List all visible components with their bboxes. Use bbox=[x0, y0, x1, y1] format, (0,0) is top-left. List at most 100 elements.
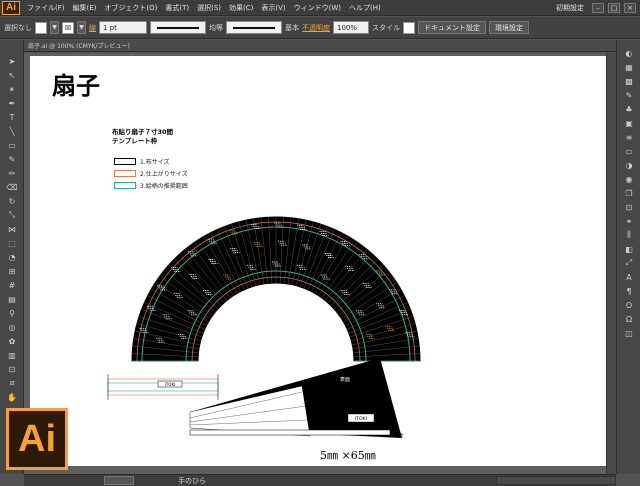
zoom-field[interactable] bbox=[104, 476, 134, 485]
brush-dropdown[interactable] bbox=[226, 21, 282, 34]
brush-preview bbox=[233, 26, 275, 29]
eraser-tool-icon[interactable]: ⌫ bbox=[0, 180, 24, 194]
selection-status: 選択なし bbox=[4, 23, 32, 32]
control-bar: 選択なし ▼ ☒ ▼ 線 1 pt 均等 基本 不透明度 100% スタイル ド… bbox=[0, 17, 640, 39]
closed-fan-brand: ITOKI bbox=[165, 382, 176, 387]
illustrator-logo: Ai bbox=[6, 408, 68, 470]
pathfinder-panel-icon[interactable]: ◧ bbox=[617, 242, 640, 256]
gradient-tool-icon[interactable]: ▤ bbox=[0, 292, 24, 306]
links-panel-icon[interactable]: ⚭ bbox=[617, 214, 640, 228]
symbols-panel-icon[interactable]: ♣ bbox=[617, 102, 640, 116]
eyedropper-tool-icon[interactable]: ⚲ bbox=[0, 306, 24, 320]
close-icon[interactable]: × bbox=[624, 3, 636, 13]
maximize-icon[interactable]: □ bbox=[608, 3, 620, 13]
perspective-tool-icon[interactable]: ⊞ bbox=[0, 264, 24, 278]
minimize-icon[interactable]: – bbox=[592, 3, 604, 13]
transparency-panel-icon[interactable]: ◑ bbox=[617, 158, 640, 172]
stroke-profile-preview bbox=[157, 26, 199, 29]
rectangle-tool-icon[interactable]: ▭ bbox=[0, 138, 24, 152]
menu-object[interactable]: オブジェクト(O) bbox=[100, 3, 161, 13]
magic-wand-tool-icon[interactable]: ✴ bbox=[0, 82, 24, 96]
stroke-swatch[interactable]: ☒ bbox=[62, 21, 74, 34]
menu-window[interactable]: ウィンドウ(W) bbox=[290, 3, 345, 13]
dimension-label: 5㎜ ×65㎜ bbox=[320, 449, 376, 462]
fan-template[interactable] bbox=[131, 216, 421, 362]
graph-tool-icon[interactable]: ▥ bbox=[0, 348, 24, 362]
fan-side-note: 裏面 bbox=[396, 432, 404, 437]
document-tab-bar: 扇子.ai @ 100% (CMYK/プレビュー) bbox=[24, 40, 616, 52]
line-tool-icon[interactable]: ╲ bbox=[0, 124, 24, 138]
align-panel-icon[interactable]: ⫼ bbox=[617, 228, 640, 242]
status-bar: 手のひら bbox=[24, 474, 616, 486]
closed-fan-diagram: ITOKI bbox=[107, 374, 219, 400]
opacity-field[interactable]: 100% bbox=[333, 21, 369, 34]
slice-tool-icon[interactable]: ⧄ bbox=[0, 376, 24, 390]
menu-bar: Ai ファイル(F) 編集(E) オブジェクト(O) 書式(T) 選択(S) 効… bbox=[0, 0, 640, 16]
panel-dock: ◐ ▦ ▩ ✎ ♣ ▣ ≡ ▭ ◑ ◉ ❐ ⊡ ⚭ ⫼ ◧ ⤢ A ¶ O Ω … bbox=[616, 40, 640, 474]
mesh-tool-icon[interactable]: # bbox=[0, 278, 24, 292]
scale-tool-icon[interactable]: ⤡ bbox=[0, 208, 24, 222]
artboard-tool-icon[interactable]: ⊡ bbox=[0, 362, 24, 376]
width-tool-icon[interactable]: ⋈ bbox=[0, 222, 24, 236]
menu-view[interactable]: 表示(V) bbox=[257, 3, 289, 13]
brushes-panel-icon[interactable]: ✎ bbox=[617, 88, 640, 102]
canvas-area[interactable]: 扇子 布貼り扇子７寸30間 テンプレート枠 1.布サイズ 2.仕上がりサイズ 3… bbox=[24, 53, 616, 474]
preferences-button[interactable]: 環境設定 bbox=[489, 21, 529, 34]
brush-name: 基本 bbox=[285, 23, 299, 32]
document-tab[interactable]: 扇子.ai @ 100% (CMYK/プレビュー) bbox=[28, 41, 130, 50]
menu-select[interactable]: 選択(S) bbox=[193, 3, 225, 13]
fan-side-brand: ITOKI bbox=[355, 416, 367, 422]
style-swatch[interactable] bbox=[403, 21, 415, 34]
stroke-label[interactable]: 線 bbox=[89, 23, 96, 33]
hand-tool-icon[interactable]: ✋ bbox=[0, 390, 24, 404]
artboards-panel-icon[interactable]: ⊡ bbox=[617, 200, 640, 214]
opacity-label[interactable]: 不透明度 bbox=[302, 23, 330, 33]
character-panel-icon[interactable]: A bbox=[617, 270, 640, 284]
pencil-tool-icon[interactable]: ✏ bbox=[0, 166, 24, 180]
menu-effect[interactable]: 効果(C) bbox=[225, 3, 257, 13]
style-label: スタイル bbox=[372, 23, 400, 32]
document-settings-button[interactable]: ドキュメント設定 bbox=[418, 21, 486, 34]
color-guide-icon[interactable]: ▦ bbox=[617, 60, 640, 74]
fan-side-handle bbox=[189, 429, 391, 436]
pen-tool-icon[interactable]: ✒ bbox=[0, 96, 24, 110]
rotate-tool-icon[interactable]: ↻ bbox=[0, 194, 24, 208]
appearance-panel-icon[interactable]: ◉ bbox=[617, 172, 640, 186]
menu-edit[interactable]: 編集(E) bbox=[69, 3, 101, 13]
fill-dropdown-icon[interactable]: ▼ bbox=[50, 21, 59, 34]
fill-swatch[interactable] bbox=[35, 21, 47, 34]
stroke-panel-icon[interactable]: ≡ bbox=[617, 130, 640, 144]
paragraph-panel-icon[interactable]: ¶ bbox=[617, 284, 640, 298]
opentype-panel-icon[interactable]: O bbox=[617, 298, 640, 312]
glyphs-panel-icon[interactable]: Ω bbox=[617, 312, 640, 326]
menu-file[interactable]: ファイル(F) bbox=[23, 3, 69, 13]
shape-builder-tool-icon[interactable]: ◔ bbox=[0, 250, 24, 264]
navigator-panel-icon[interactable]: ◫ bbox=[617, 326, 640, 340]
gradient-panel-icon[interactable]: ▭ bbox=[617, 144, 640, 158]
horizontal-scrollbar[interactable] bbox=[496, 476, 616, 485]
type-tool-icon[interactable]: T bbox=[0, 110, 24, 124]
symbol-sprayer-tool-icon[interactable]: ✿ bbox=[0, 334, 24, 348]
selection-tool-icon[interactable]: ➤ bbox=[0, 54, 24, 68]
app-logo: Ai bbox=[2, 0, 20, 15]
menu-type[interactable]: 書式(T) bbox=[161, 3, 193, 13]
workspace-switcher[interactable]: 初期設定 bbox=[552, 3, 588, 13]
transform-panel-icon[interactable]: ⤢ bbox=[617, 256, 640, 270]
swatches-panel-icon[interactable]: ▩ bbox=[617, 74, 640, 88]
free-transform-tool-icon[interactable]: ⬚ bbox=[0, 236, 24, 250]
menu-help[interactable]: ヘルプ(H) bbox=[345, 3, 385, 13]
stroke-profile-dropdown[interactable] bbox=[150, 21, 206, 34]
vertical-scrollbar[interactable] bbox=[606, 53, 616, 474]
fan-artwork[interactable]: ITOKI ITOKI 表面 裏面 bbox=[30, 56, 612, 466]
blend-tool-icon[interactable]: ◎ bbox=[0, 320, 24, 334]
fan-side-view: ITOKI 表面 裏面 bbox=[189, 358, 404, 438]
artboard[interactable]: 扇子 布貼り扇子７寸30間 テンプレート枠 1.布サイズ 2.仕上がりサイズ 3… bbox=[30, 56, 612, 466]
layers-panel-icon[interactable]: ❐ bbox=[617, 186, 640, 200]
direct-selection-tool-icon[interactable]: ↖ bbox=[0, 68, 24, 82]
color-panel-icon[interactable]: ◐ bbox=[617, 46, 640, 60]
paintbrush-tool-icon[interactable]: ✎ bbox=[0, 152, 24, 166]
stroke-weight-field[interactable]: 1 pt bbox=[99, 21, 147, 34]
fan-front-label: 表面 bbox=[340, 376, 350, 383]
stroke-dropdown-icon[interactable]: ▼ bbox=[77, 21, 86, 34]
graphic-styles-icon[interactable]: ▣ bbox=[617, 116, 640, 130]
